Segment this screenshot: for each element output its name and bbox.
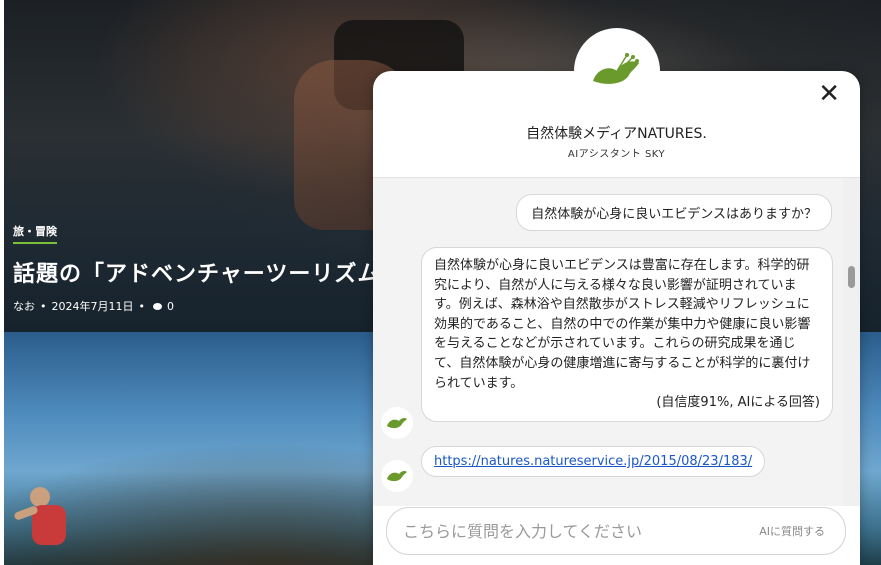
chat-scrollbar[interactable] [843, 178, 860, 506]
reference-link[interactable]: https://natures.natureservice.jp/2015/08… [434, 454, 752, 469]
message-list[interactable]: 自然体験が心身に良いエビデンスはありますか？ 自然体験が心身に良いエビデンスは豊… [373, 178, 843, 506]
category-link[interactable]: 旅・冒険 [13, 223, 57, 244]
comment-count[interactable]: 0 [167, 300, 174, 313]
bot-message: 自然体験が心身に良いエビデンスは豊富に存在します。科学的研究により、自然が人に与… [421, 247, 833, 422]
hiker-figure [13, 485, 84, 565]
comment-icon [153, 302, 162, 310]
article-title[interactable]: 話題の「アドベンチャーツーリズム」 [13, 256, 403, 288]
user-message: 自然体験が心身に良いエビデンスはありますか？ [516, 194, 832, 231]
assistant-avatar-icon [381, 407, 413, 439]
article-header: 旅・冒険 話題の「アドベンチャーツーリズム」 なお • 2024年7月11日 •… [13, 220, 403, 314]
scrollbar-thumb[interactable] [848, 266, 855, 288]
author-name[interactable]: なお [13, 298, 35, 314]
close-icon[interactable]: ✕ [818, 79, 840, 109]
assistant-avatar-icon [381, 460, 413, 492]
chat-widget: ✕ 自然体験メディアNATURES. AIアシスタント SKY 自然体験が心身に… [373, 71, 860, 565]
natures-logo-icon [574, 28, 660, 114]
question-input-box: AIに質問する [386, 507, 846, 555]
chat-assistant-name: AIアシスタント SKY [567, 149, 666, 160]
link-message: https://natures.natureservice.jp/2015/08… [421, 446, 766, 477]
question-input[interactable] [401, 508, 735, 554]
chat-brand-title: 自然体験メディアNATURES. [526, 126, 707, 142]
article-meta: なお • 2024年7月11日 • 0 [13, 298, 174, 314]
confidence-note: (自信度91%, AIによる回答) [656, 395, 820, 411]
post-date: 2024年7月11日 [51, 300, 134, 313]
ask-ai-button[interactable]: AIに質問する [759, 523, 825, 539]
bot-message-text: 自然体験が心身に良いエビデンスは豊富に存在します。科学的研究により、自然が人に与… [434, 258, 811, 391]
